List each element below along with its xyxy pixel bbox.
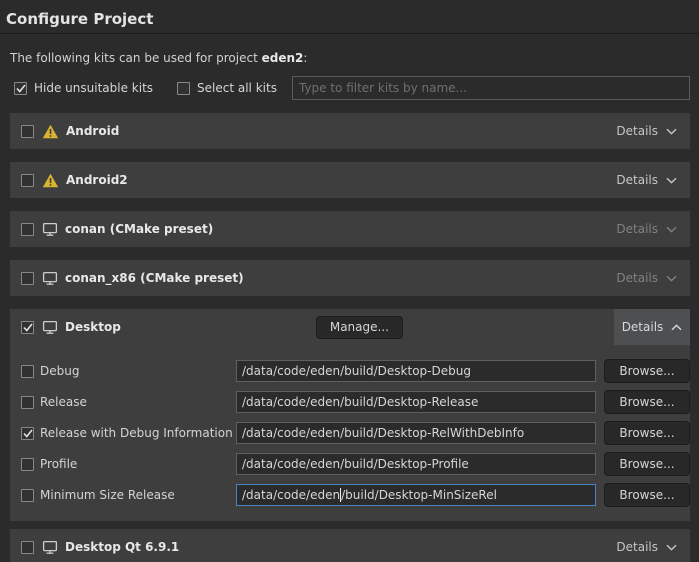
build-config-row-minsizerel: Minimum Size Release /data/code/eden/bui… [21, 483, 690, 507]
build-config-checkbox[interactable] [21, 489, 34, 502]
build-config-checkbox[interactable] [21, 458, 34, 471]
warning-icon [42, 173, 59, 188]
chevron-up-icon [671, 320, 682, 334]
details-button[interactable]: Details [616, 222, 690, 236]
kit-row-android2[interactable]: Android2 Details [10, 162, 690, 198]
project-name: eden2 [262, 51, 304, 65]
details-button[interactable]: Details [616, 540, 690, 554]
kit-name: conan_x86 (CMake preset) [65, 271, 244, 285]
checkbox-box[interactable] [177, 82, 190, 95]
details-button[interactable]: Details [616, 271, 690, 285]
intro-text: The following kits can be used for proje… [10, 51, 690, 65]
chevron-down-icon [666, 124, 677, 138]
build-config-row-release: Release /data/code/eden/build/Desktop-Re… [21, 390, 690, 414]
chevron-down-icon [666, 271, 677, 285]
kit-name: Desktop Qt 6.9.1 [65, 540, 179, 554]
kit-checkbox[interactable] [21, 541, 34, 554]
browse-button[interactable]: Browse... [604, 390, 690, 414]
kit-name: Desktop [65, 320, 121, 334]
select-all-kits-checkbox[interactable]: Select all kits [177, 81, 277, 95]
kit-checkbox[interactable] [21, 272, 34, 285]
kit-row-desktop[interactable]: Desktop Manage... Details [10, 309, 690, 345]
kit-name: conan (CMake preset) [65, 222, 213, 236]
build-config-label: Release with Debug Information [40, 426, 236, 440]
build-config-row-profile: Profile /data/code/eden/build/Desktop-Pr… [21, 452, 690, 476]
chevron-down-icon [666, 173, 677, 187]
monitor-icon [42, 320, 58, 335]
build-config-label: Profile [40, 457, 236, 471]
details-button-expanded[interactable]: Details [614, 309, 690, 345]
kit-checkbox[interactable] [21, 223, 34, 236]
manage-button[interactable]: Manage... [316, 316, 403, 339]
monitor-icon [42, 271, 58, 286]
browse-button[interactable]: Browse... [604, 483, 690, 507]
page-title: Configure Project [6, 10, 691, 28]
kit-filter-input[interactable] [292, 76, 690, 100]
build-config-row-relwithdebinfo: Release with Debug Information /data/cod… [21, 421, 690, 445]
kit-list: Android Details Android2 Details conan (… [10, 113, 690, 562]
kit-row-conan-x86[interactable]: conan_x86 (CMake preset) Details [10, 260, 690, 296]
checkbox-box[interactable] [14, 82, 27, 95]
browse-button[interactable]: Browse... [604, 421, 690, 445]
details-button[interactable]: Details [616, 124, 690, 138]
build-config-row-debug: Debug /data/code/eden/build/Desktop-Debu… [21, 359, 690, 383]
build-config-checkbox[interactable] [21, 396, 34, 409]
build-config-checkbox[interactable] [21, 427, 34, 440]
kit-name: Android2 [66, 173, 128, 187]
build-dir-field-relwithdebinfo[interactable]: /data/code/eden/build/Desktop-RelWithDeb… [236, 422, 596, 444]
checkbox-label: Hide unsuitable kits [34, 81, 153, 95]
build-dir-field-debug[interactable]: /data/code/eden/build/Desktop-Debug [236, 360, 596, 382]
title-bar: Configure Project [0, 0, 699, 34]
kit-name: Android [66, 124, 119, 138]
browse-button[interactable]: Browse... [604, 359, 690, 383]
monitor-icon [42, 540, 58, 555]
kit-checkbox[interactable] [21, 321, 34, 334]
checkmark-icon [16, 84, 26, 93]
kit-row-desktop-qt[interactable]: Desktop Qt 6.9.1 Details [10, 529, 690, 562]
build-dir-field-profile[interactable]: /data/code/eden/build/Desktop-Profile [236, 453, 596, 475]
warning-icon [42, 124, 59, 139]
browse-button[interactable]: Browse... [604, 452, 690, 476]
checkbox-label: Select all kits [197, 81, 277, 95]
build-config-checkbox[interactable] [21, 365, 34, 378]
build-config-list: Debug /data/code/eden/build/Desktop-Debu… [10, 345, 690, 507]
kit-section-desktop: Desktop Manage... Details Debug /data/co… [10, 309, 690, 521]
hide-unsuitable-kits-checkbox[interactable]: Hide unsuitable kits [14, 81, 153, 95]
monitor-icon [42, 222, 58, 237]
chevron-down-icon [666, 540, 677, 554]
build-config-label: Release [40, 395, 236, 409]
checkmark-icon [23, 429, 33, 438]
build-config-label: Minimum Size Release [40, 488, 236, 502]
kit-checkbox[interactable] [21, 125, 34, 138]
details-button[interactable]: Details [616, 173, 690, 187]
build-config-label: Debug [40, 364, 236, 378]
kit-checkbox[interactable] [21, 174, 34, 187]
build-dir-field-release[interactable]: /data/code/eden/build/Desktop-Release [236, 391, 596, 413]
kit-filter-controls: Hide unsuitable kits Select all kits [14, 76, 690, 100]
kit-row-conan[interactable]: conan (CMake preset) Details [10, 211, 690, 247]
chevron-down-icon [666, 222, 677, 236]
kit-row-android[interactable]: Android Details [10, 113, 690, 149]
build-dir-field-minsizerel[interactable]: /data/code/eden/build/Desktop-MinSizeRel [236, 484, 596, 506]
checkmark-icon [23, 323, 33, 332]
